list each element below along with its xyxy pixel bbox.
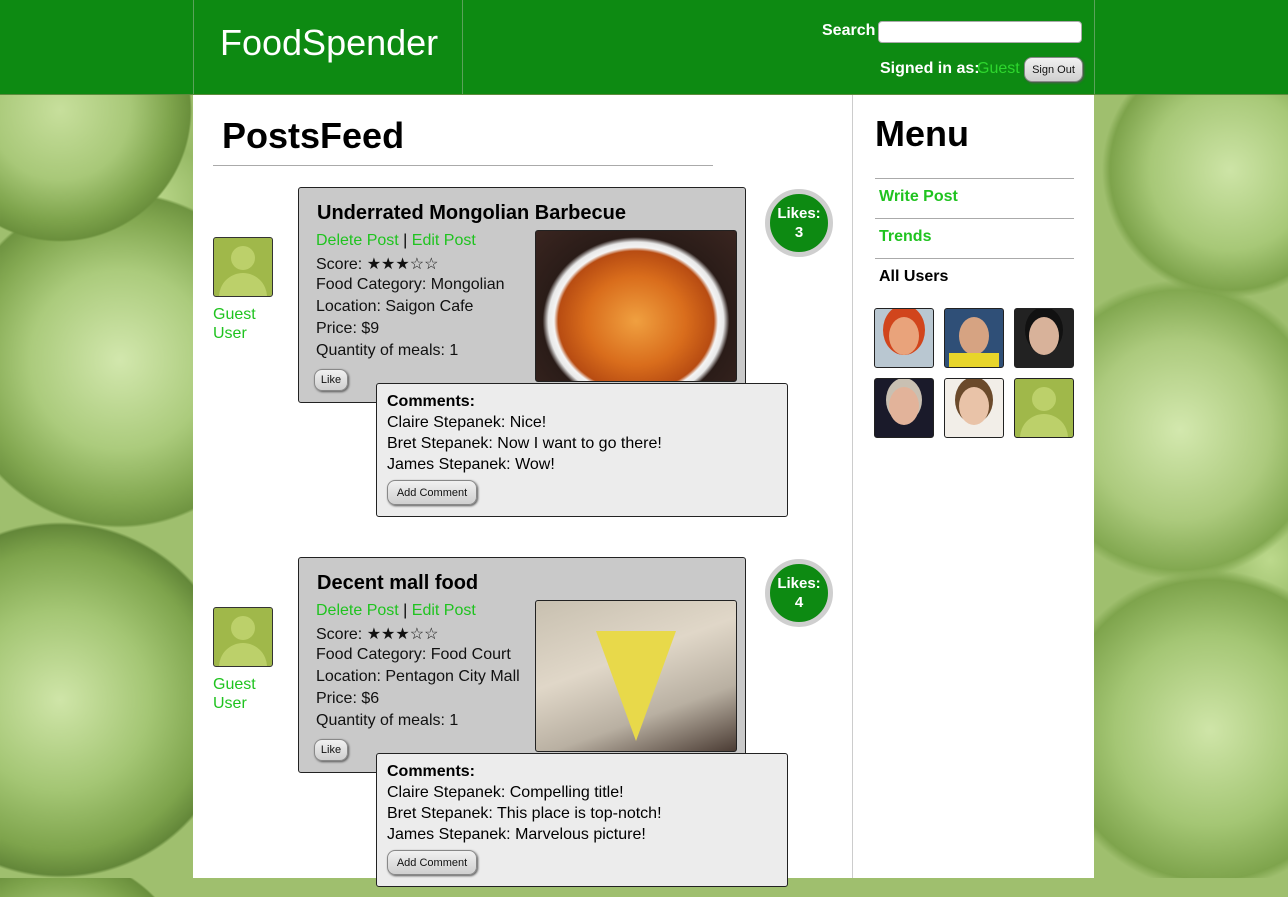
comment-line: James Stepanek: Wow! <box>387 456 555 473</box>
comments-title: Comments: <box>387 763 476 780</box>
search-label: Search <box>822 22 876 39</box>
like-button[interactable]: Like <box>314 739 348 761</box>
post-category: Food Category: Mongolian <box>316 276 505 293</box>
delete-post-link[interactable]: Delete Post <box>316 602 399 619</box>
author-name-link[interactable]: Guest User <box>213 305 273 343</box>
post-score: Score: ★★★☆☆ <box>316 254 438 274</box>
comments-box: Comments: Claire Stepanek: Compelling ti… <box>376 753 788 887</box>
menu-rule <box>875 178 1074 179</box>
author-avatar[interactable] <box>213 607 273 667</box>
likes-badge: Likes: 4 <box>765 559 833 627</box>
post-actions: Delete Post | Edit Post <box>316 602 476 620</box>
user-avatar[interactable] <box>1014 308 1074 368</box>
menu-item-write-post[interactable]: Write Post <box>879 188 958 206</box>
page-title: PostsFeed <box>222 115 405 156</box>
post-actions: Delete Post | Edit Post <box>316 232 476 250</box>
menu-title: Menu <box>875 113 969 154</box>
likes-label: Likes: <box>777 575 821 592</box>
post-item: Guest User Underrated Mongolian Barbecue… <box>193 187 843 527</box>
column-divider <box>852 95 853 878</box>
add-comment-button[interactable]: Add Comment <box>387 480 477 505</box>
post-title: Underrated Mongolian Barbecue <box>317 202 626 224</box>
star-rating-icon: ★★★☆☆ <box>366 256 439 273</box>
action-separator: | <box>403 602 408 619</box>
comment-line: James Stepanek: Marvelous picture! <box>387 826 646 843</box>
author-name-link[interactable]: Guest User <box>213 675 273 713</box>
post-quantity: Quantity of meals: 1 <box>316 712 459 729</box>
header-divider <box>193 0 194 94</box>
title-rule <box>213 165 713 166</box>
signed-in-user-link[interactable]: Guest <box>977 60 1020 78</box>
brand-logo[interactable]: FoodSpender <box>220 22 438 64</box>
user-avatar[interactable] <box>944 308 1004 368</box>
top-header: FoodSpender Search Signed in as: Guest S… <box>0 0 1288 95</box>
menu-rule <box>875 218 1074 219</box>
post-price: Price: $9 <box>316 320 380 337</box>
post-title: Decent mall food <box>317 572 479 594</box>
likes-count: 3 <box>794 224 804 241</box>
header-divider <box>462 0 463 94</box>
like-button[interactable]: Like <box>314 369 348 391</box>
post-card: Underrated Mongolian Barbecue Delete Pos… <box>298 187 746 403</box>
score-label: Score: <box>316 256 363 273</box>
post-card: Decent mall food Delete Post | Edit Post… <box>298 557 746 773</box>
header-divider <box>1094 0 1095 94</box>
edit-post-link[interactable]: Edit Post <box>412 232 476 249</box>
post-category: Food Category: Food Court <box>316 646 511 663</box>
comment-line: Claire Stepanek: Compelling title! <box>387 784 624 801</box>
sign-out-button[interactable]: Sign Out <box>1024 57 1083 82</box>
comment-line: Bret Stepanek: Now I want to go there! <box>387 435 662 452</box>
author-avatar[interactable] <box>213 237 273 297</box>
user-avatar[interactable] <box>874 308 934 368</box>
signed-in-label: Signed in as: <box>880 60 980 77</box>
user-avatar[interactable] <box>1014 378 1074 438</box>
post-location: Location: Saigon Cafe <box>316 298 474 315</box>
add-comment-button[interactable]: Add Comment <box>387 850 477 875</box>
menu-item-trends[interactable]: Trends <box>879 228 931 246</box>
delete-post-link[interactable]: Delete Post <box>316 232 399 249</box>
star-rating-icon: ★★★☆☆ <box>366 626 439 643</box>
user-avatar[interactable] <box>874 378 934 438</box>
edit-post-link[interactable]: Edit Post <box>412 602 476 619</box>
search-input[interactable] <box>878 21 1082 43</box>
comments-title: Comments: <box>387 393 476 410</box>
score-label: Score: <box>316 626 363 643</box>
likes-label: Likes: <box>777 205 821 222</box>
menu-item-all-users[interactable]: All Users <box>879 268 948 286</box>
action-separator: | <box>403 232 408 249</box>
comment-line: Claire Stepanek: Nice! <box>387 414 547 431</box>
likes-count: 4 <box>794 594 804 611</box>
post-item: Guest User Decent mall food Delete Post … <box>193 557 843 897</box>
post-score: Score: ★★★☆☆ <box>316 624 438 644</box>
post-price: Price: $6 <box>316 690 380 707</box>
main-panel: PostsFeed Guest User Underrated Mongolia… <box>193 95 1094 887</box>
post-location: Location: Pentagon City Mall <box>316 668 520 685</box>
likes-badge: Likes: 3 <box>765 189 833 257</box>
comment-line: Bret Stepanek: This place is top-notch! <box>387 805 662 822</box>
menu-rule <box>875 258 1074 259</box>
user-avatar[interactable] <box>944 378 1004 438</box>
food-photo <box>535 230 737 382</box>
post-quantity: Quantity of meals: 1 <box>316 342 459 359</box>
comments-box: Comments: Claire Stepanek: Nice! Bret St… <box>376 383 788 517</box>
food-photo <box>535 600 737 752</box>
